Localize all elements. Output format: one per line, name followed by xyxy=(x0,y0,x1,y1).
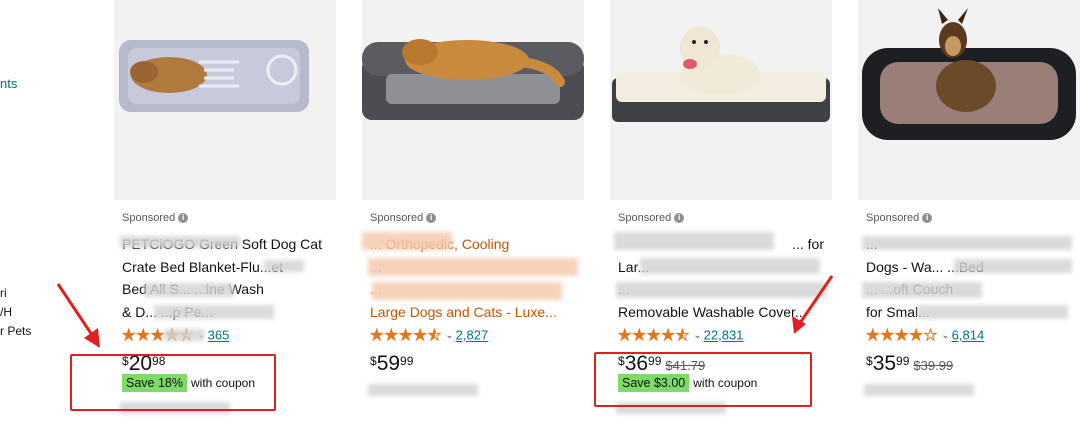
product-image[interactable] xyxy=(114,0,336,200)
rating[interactable]: ★★★★★★★★★★⌄6,814 xyxy=(865,326,985,345)
sponsored-label: Sponsored i xyxy=(618,212,685,224)
price: $5999 xyxy=(370,352,414,375)
redaction-blur xyxy=(862,236,1072,250)
redaction-blur xyxy=(372,282,562,300)
review-count[interactable]: 22,831 xyxy=(704,328,744,343)
annotation-highlight-box xyxy=(70,354,276,411)
product-image[interactable] xyxy=(362,0,584,200)
redaction-blur xyxy=(120,236,240,248)
redaction-blur xyxy=(640,258,820,274)
sidebar-text: r Pets xyxy=(0,324,32,338)
title-line: Removable Washable Cover... xyxy=(618,303,807,320)
sidebar-text: ri xyxy=(0,286,7,300)
sponsored-label: Sponsored i xyxy=(370,212,437,224)
review-count[interactable]: 365 xyxy=(208,328,230,343)
review-count[interactable]: 6,814 xyxy=(952,328,985,343)
redaction-blur xyxy=(954,259,1072,273)
redaction-blur xyxy=(362,232,452,250)
annotation-highlight-box xyxy=(594,352,812,407)
redaction-blur xyxy=(614,232,774,250)
info-icon[interactable]: i xyxy=(178,213,189,224)
info-icon[interactable]: i xyxy=(674,213,685,224)
redaction-blur xyxy=(368,258,578,276)
info-icon[interactable]: i xyxy=(922,213,933,224)
sidebar-text: /H xyxy=(0,305,12,319)
redaction-blur xyxy=(144,283,234,297)
rating[interactable]: ★★★★★★★★★★⌄22,831 xyxy=(617,326,744,345)
title-line: Large Dogs and Cats - Luxe... xyxy=(370,303,557,320)
redaction-blur xyxy=(862,282,982,298)
sponsored-label: Sponsored i xyxy=(866,212,933,224)
product-card[interactable]: Sponsoredi ... Dogs - Wa... ...Bed ... .… xyxy=(858,0,1080,433)
star-rating-icon: ★★★★★★★★★★ xyxy=(369,327,443,345)
chevron-down-icon[interactable]: ⌄ xyxy=(445,330,453,341)
redaction-blur xyxy=(918,305,1068,319)
chevron-down-icon[interactable]: ⌄ xyxy=(941,330,949,341)
redaction-blur xyxy=(368,384,478,396)
star-rating-icon: ★★★★★★★★★★ xyxy=(617,327,691,345)
was-price: $39.99 xyxy=(913,358,954,373)
rating[interactable]: ★★★★★★★★★★⌄2,827 xyxy=(369,326,489,345)
chevron-down-icon[interactable]: ⌄ xyxy=(693,330,701,341)
product-image[interactable] xyxy=(858,0,1080,200)
redaction-blur xyxy=(164,329,204,341)
price: $3599 $39.99 xyxy=(866,352,954,375)
info-icon[interactable]: i xyxy=(426,213,437,224)
review-count[interactable]: 2,827 xyxy=(456,328,489,343)
redaction-blur xyxy=(864,384,974,396)
redaction-blur xyxy=(264,260,304,272)
sidebar-link[interactable]: nts xyxy=(0,76,17,91)
redaction-blur xyxy=(154,305,274,319)
sponsored-label: Sponsored i xyxy=(122,212,189,224)
product-card[interactable]: Sponsoredi ... Orthopedic, Cooling ... .… xyxy=(362,0,584,433)
star-rating-icon: ★★★★★★★★★★ xyxy=(865,327,939,345)
product-image[interactable] xyxy=(610,0,832,200)
redaction-blur xyxy=(616,282,826,298)
